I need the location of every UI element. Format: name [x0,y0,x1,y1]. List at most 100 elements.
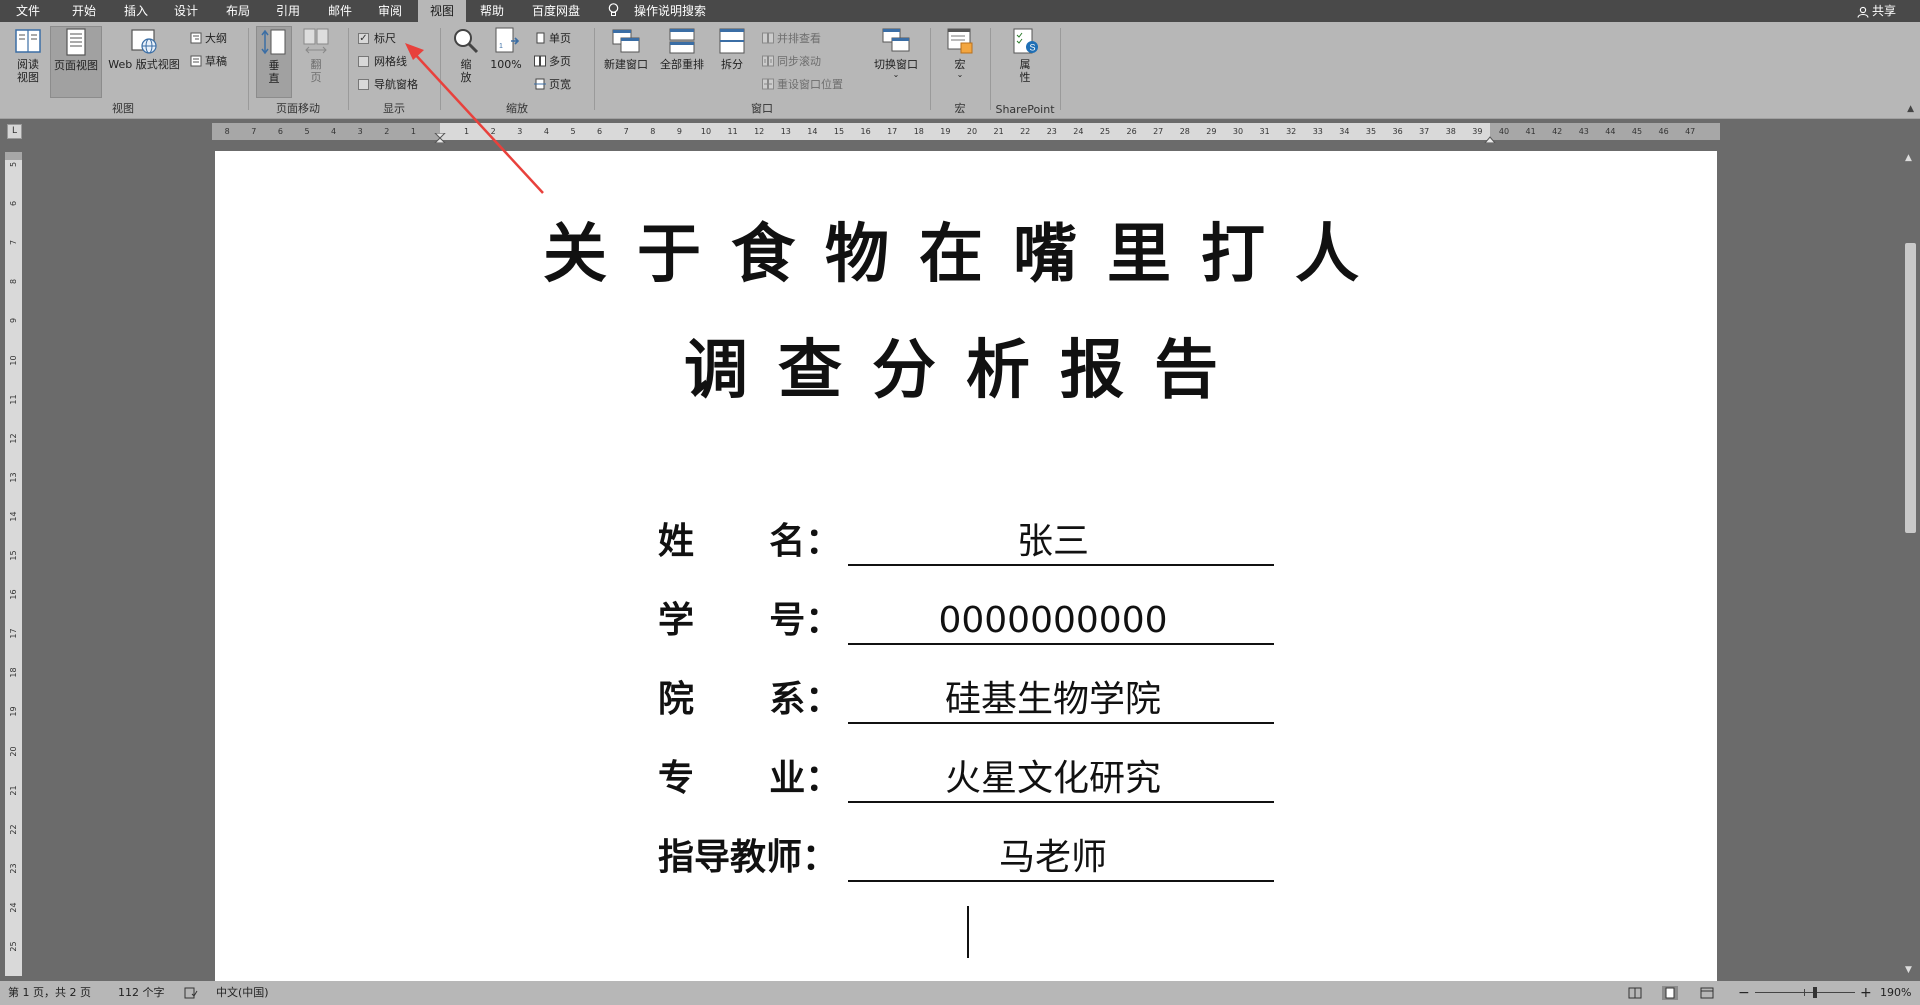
ruler-tick-label: 24 [1073,127,1084,136]
ruler-tick-label: 20 [966,127,978,136]
ruler-tick-label: 10 [700,127,712,136]
reset-window-position-icon [762,78,774,90]
tab-design[interactable]: 设计 [166,0,206,22]
new-window-button[interactable]: 新建窗口 [600,26,652,71]
ruler-tick-label: 11 [9,394,18,405]
multiple-pages-button[interactable]: 多页 [534,53,571,71]
web-layout-icon[interactable] [1700,981,1714,1005]
side-to-side-button[interactable]: 翻 页 [298,26,334,84]
indent-marker-icon[interactable] [434,133,446,143]
ruler-tick-label: 33 [1312,127,1323,136]
outline-label: 大纲 [205,32,227,45]
ruler-tick-label: 14 [807,127,818,136]
print-layout-icon[interactable] [1662,981,1678,1005]
side-to-side-icon [301,26,331,56]
draft-button[interactable]: 草稿 [190,53,227,71]
vertical-label: 垂 直 [268,59,280,85]
tab-layout[interactable]: 布局 [218,0,258,22]
tab-insert[interactable]: 插入 [116,0,156,22]
ruler-tick-label: 27 [1153,127,1164,136]
vertical-button[interactable]: 垂 直 [256,26,292,98]
language-indicator[interactable]: 中文(中国) [216,981,269,1005]
zoom-slider-knob[interactable] [1813,987,1817,998]
proofing-icon[interactable] [184,981,198,1005]
sync-scroll-icon [762,55,774,67]
ruler-tick-label: 31 [1259,127,1270,136]
zoom-100-button[interactable]: 1 100% [488,26,524,71]
read-mode-button[interactable]: 阅读 视图 [8,26,48,84]
scroll-up-icon[interactable]: ▲ [1905,153,1912,163]
collapse-ribbon-icon[interactable]: ▲ [1907,104,1914,114]
page-count[interactable]: 第 1 页，共 2 页 [8,981,91,1005]
web-layout-button[interactable]: Web 版式视图 [104,26,184,71]
right-indent-marker-icon[interactable] [1484,133,1496,143]
tab-file[interactable]: 文件 [6,0,50,22]
side-by-side-button[interactable]: 并排查看 [762,30,821,48]
outline-button[interactable]: 大纲 [190,30,227,48]
arrange-all-icon [667,26,697,56]
ruler-tick-label: 8 [9,279,18,285]
gridlines-checkbox[interactable]: 网格线 [358,53,407,71]
tab-view[interactable]: 视图 [418,0,466,22]
zoom-button[interactable]: 缩 放 [450,26,482,84]
properties-button[interactable]: S 属 性 [1006,26,1044,84]
ruler-checkbox[interactable]: ✓ 标尺 [358,30,396,48]
zoom-slider[interactable] [1755,992,1855,993]
split-button[interactable]: 拆分 [712,26,752,71]
ruler-tick-label: 23 [9,863,18,874]
tab-mailings[interactable]: 邮件 [320,0,360,22]
field-value: 张三 [848,517,1274,566]
print-layout-button[interactable]: 页面视图 [50,26,102,98]
group-window: 新建窗口 全部重排 拆分 并排查看 同步滚动 重设窗口位置 切换窗口 ⌄ 窗口 [596,22,928,119]
vertical-scrollbar[interactable]: ▲ ▼ [1900,143,1920,981]
tab-home[interactable]: 开始 [64,0,104,22]
reset-window-position-button[interactable]: 重设窗口位置 [762,76,843,94]
zoom-slider-center-mark [1804,989,1805,996]
arrange-all-button[interactable]: 全部重排 [656,26,708,71]
read-mode-icon[interactable] [1628,981,1642,1005]
field-label: 院 系： [658,679,842,720]
tab-help[interactable]: 帮助 [472,0,512,22]
new-window-label: 新建窗口 [604,58,648,71]
zoom-in-icon[interactable]: + [1860,981,1872,1005]
ruler-tick-label: 26 [1126,127,1137,136]
ruler-tick-label: 18 [9,667,18,678]
group-zoom-label: 缩放 [506,102,528,115]
tab-selector-button[interactable]: L [7,124,22,139]
group-views: 阅读 视图 页面视图 Web 版式视图 大纲 草稿 视图 [0,22,246,119]
web-layout-icon [129,26,159,56]
document-title-line-1: 关于食物在嘴里打人 [543,218,1389,292]
word-count[interactable]: 112 个字 [118,981,165,1005]
scrollbar-thumb[interactable] [1905,243,1916,533]
zoom-100-icon: 1 [491,26,521,56]
ruler-tick-label: 38 [1445,127,1456,136]
share-button[interactable]: 共享 [1857,0,1896,22]
ruler-tick-label: 5 [304,127,310,136]
scroll-down-icon[interactable]: ▼ [1905,965,1912,975]
tab-review[interactable]: 审阅 [370,0,410,22]
tab-baidu-netdisk[interactable]: 百度网盘 [522,0,590,22]
switch-windows-icon [881,26,911,56]
document-page[interactable]: 关于食物在嘴里打人 调查分析报告 姓 名： 张三 学 号： 0000000000… [215,151,1717,981]
vertical-ruler[interactable]: 5 6 7 8 9 10 11 12 13 14 15 16 17 18 19 20 21 22 23 24 25 [5,152,22,976]
nav-pane-checkbox[interactable]: 导航窗格 [358,76,418,94]
ruler-tick-label: 1 [464,127,470,136]
tab-references[interactable]: 引用 [268,0,308,22]
field-value-text: 0000000000 [938,600,1168,641]
one-page-label: 单页 [549,32,571,45]
ribbon-view: 阅读 视图 页面视图 Web 版式视图 大纲 草稿 视图 垂 直 翻 页 页面移… [0,22,1920,119]
sync-scroll-button[interactable]: 同步滚动 [762,53,821,71]
zoom-out-icon[interactable]: − [1738,981,1750,1005]
switch-windows-button[interactable]: 切换窗口 ⌄ [868,26,924,79]
read-mode-icon [13,26,43,56]
macros-button[interactable]: 宏 ⌄ [942,26,978,79]
ruler-tick-label: 15 [833,127,845,136]
zoom-level[interactable]: 190% [1880,981,1911,1005]
tell-me-search[interactable]: 操作说明搜索 [634,0,706,22]
ruler-tick-label: 21 [9,785,18,796]
page-width-button[interactable]: 页宽 [534,76,571,94]
person-icon [1857,6,1869,18]
gridlines-check-box [358,55,369,67]
one-page-button[interactable]: 单页 [534,30,571,48]
group-show: ✓ 标尺 网格线 导航窗格 显示 [350,22,438,119]
